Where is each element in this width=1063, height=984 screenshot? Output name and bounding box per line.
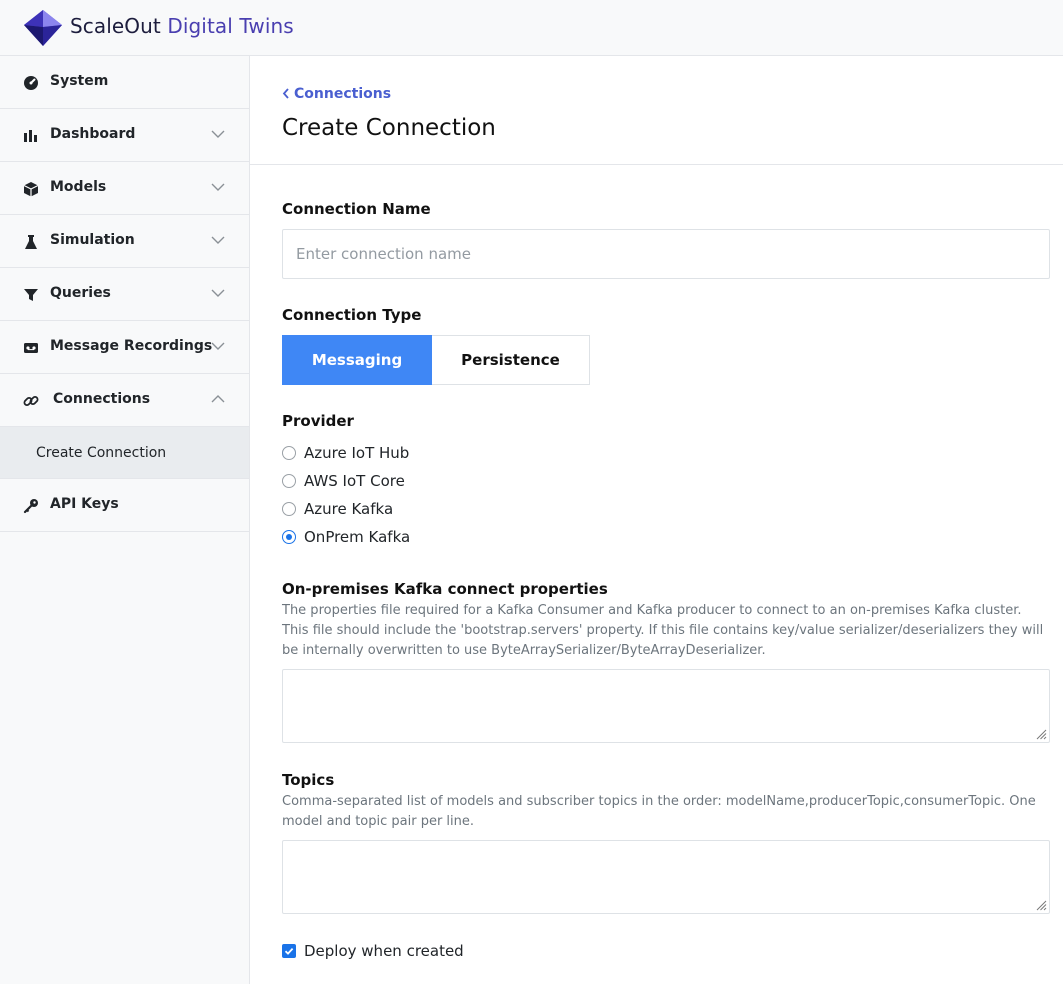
sidebar-item-label: Dashboard [50,126,136,142]
radio-button[interactable] [282,446,296,460]
deploy-when-created[interactable]: Deploy when created [282,940,464,962]
sidebar-item-models[interactable]: Models [0,162,249,215]
sidebar-item-simulation[interactable]: Simulation [0,215,249,268]
filter-icon [24,289,38,301]
sidebar-subitem-create-connection[interactable]: Create Connection [0,427,249,479]
brand-part1: ScaleOut [70,14,161,38]
sidebar-item-dashboard[interactable]: Dashboard [0,109,249,162]
kafka-props-help: The properties file required for a Kafka… [282,603,1044,658]
bar-chart-icon [24,130,37,142]
chevron-down-icon [211,183,225,191]
radio-label: OnPrem Kafka [304,528,411,546]
sidebar-item-label: API Keys [50,496,119,512]
connection-type-toggle: Messaging Persistence [282,335,590,385]
brand-part2: Digital Twins [167,14,294,38]
sidebar-item-label: Models [50,179,107,195]
chevron-down-icon [211,130,225,138]
sidebar: System Dashboard Models Simulation Queri… [0,56,250,984]
connection-name-input[interactable] [282,229,1050,279]
sidebar-item-label: Queries [50,285,111,301]
chevron-down-icon [211,236,225,244]
checkbox-checked[interactable] [282,944,296,958]
key-icon [23,499,38,514]
sidebar-item-label: System [50,73,109,89]
radio-label: AWS IoT Core [304,472,405,490]
provider-azure-iot-hub[interactable]: Azure IoT Hub [282,442,409,464]
gauge-icon [24,76,38,90]
flask-icon [25,235,37,249]
radio-button[interactable] [282,474,296,488]
topics-textarea[interactable] [282,840,1050,914]
radio-button[interactable] [282,502,296,516]
provider-azure-kafka[interactable]: Azure Kafka [282,498,393,520]
persistence-button[interactable]: Persistence [432,335,590,385]
diamond-logo-icon[interactable] [23,9,63,47]
chevron-down-icon [211,342,225,350]
sidebar-item-system[interactable]: System [0,56,249,109]
chevron-down-icon [211,289,225,297]
main-content: Connections Create Connection Connection… [250,56,1063,984]
kafka-props-label: On-premises Kafka connect properties [282,580,608,598]
breadcrumb-connections[interactable]: Connections [282,86,391,102]
topics-help: Comma-separated list of models and subsc… [282,794,1036,829]
page-header: Connections Create Connection [250,56,1063,165]
sidebar-item-message-recordings[interactable]: Message Recordings [0,321,249,374]
connection-name-label: Connection Name [282,200,431,218]
sidebar-item-api-keys[interactable]: API Keys [0,479,249,532]
connection-type-label: Connection Type [282,306,422,324]
radio-label: Azure IoT Hub [304,444,410,462]
sidebar-item-label: Message Recordings [50,338,213,354]
sidebar-item-connections[interactable]: Connections [0,374,249,427]
kafka-props-textarea[interactable] [282,669,1050,743]
provider-label: Provider [282,412,354,430]
sidebar-subitem-label: Create Connection [36,445,167,461]
top-bar: ScaleOut Digital Twins [0,0,1063,56]
checkbox-label: Deploy when created [304,942,464,960]
sidebar-item-label: Connections [53,391,151,407]
page-title: Create Connection [282,115,496,141]
radio-button-selected[interactable] [282,530,296,544]
provider-aws-iot-core[interactable]: AWS IoT Core [282,470,405,492]
breadcrumb-label: Connections [294,86,392,102]
resize-grip-icon[interactable] [1035,728,1047,740]
provider-onprem-kafka[interactable]: OnPrem Kafka [282,526,410,548]
sidebar-item-label: Simulation [50,232,135,248]
sidebar-item-queries[interactable]: Queries [0,268,249,321]
link-icon [23,396,39,406]
radio-label: Azure Kafka [304,500,394,518]
cube-icon [23,182,39,197]
messaging-button[interactable]: Messaging [282,335,432,385]
recorder-icon [24,343,38,353]
resize-grip-icon[interactable] [1035,899,1047,911]
brand-name[interactable]: ScaleOut Digital Twins [70,14,294,38]
chevron-left-icon [282,88,289,99]
checkmark-icon [284,947,294,955]
chevron-up-icon [211,395,225,403]
topics-label: Topics [282,771,335,789]
